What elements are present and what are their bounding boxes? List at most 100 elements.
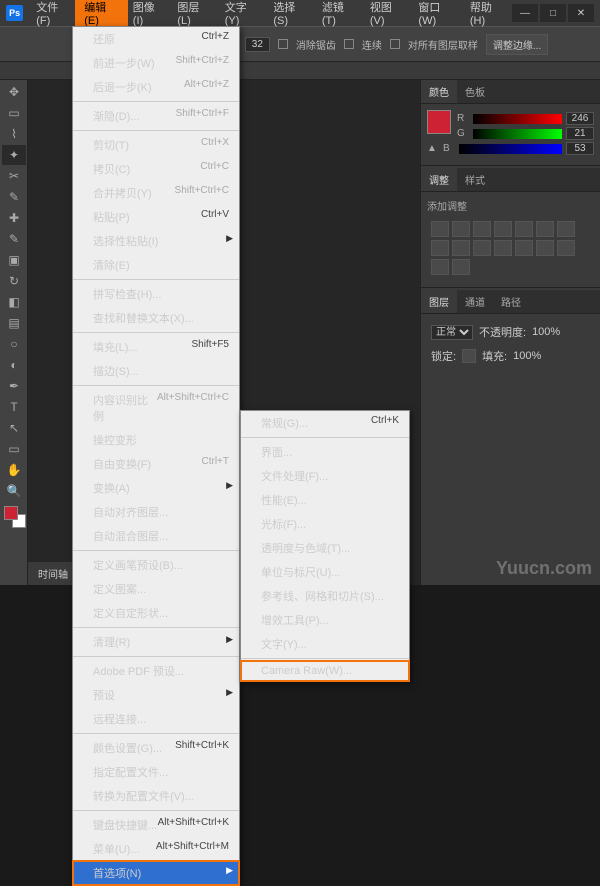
menu-item[interactable]: 选择性粘贴(I)▶ [73, 229, 239, 253]
b-slider[interactable] [459, 144, 562, 154]
menu-item: 描边(S)... [73, 359, 239, 383]
menu-item[interactable]: 首选项(N)▶ [73, 861, 239, 885]
magic-wand-tool[interactable]: ✦ [2, 145, 26, 165]
adjustment-icon[interactable] [452, 259, 470, 275]
fill-value[interactable]: 100% [513, 350, 541, 362]
eyedropper-tool[interactable]: ✎ [2, 187, 26, 207]
contiguous-checkbox[interactable] [344, 39, 354, 49]
menu-item[interactable]: 常规(G)...Ctrl+K [241, 411, 409, 435]
menu-item[interactable]: 文字(Y)... [241, 632, 409, 656]
menu-item[interactable]: 键盘快捷键...Alt+Shift+Ctrl+K [73, 813, 239, 837]
close-button[interactable]: ✕ [568, 4, 594, 22]
color-swatch[interactable] [427, 110, 451, 134]
toolbox: ✥ ▭ ⌇ ✦ ✂ ✎ ✚ ✎ ▣ ↻ ◧ ▤ ○ ◐ ✒ T ↖ ▭ ✋ 🔍 [0, 80, 28, 585]
adjustment-icon[interactable] [473, 240, 491, 256]
dodge-tool[interactable]: ◐ [2, 355, 26, 375]
channels-tab[interactable]: 通道 [457, 290, 493, 313]
eraser-tool[interactable]: ◧ [2, 292, 26, 312]
adjustment-icon[interactable] [515, 240, 533, 256]
zoom-tool[interactable]: 🔍 [2, 481, 26, 501]
menu-item[interactable]: 参考线、网格和切片(S)... [241, 584, 409, 608]
healing-tool[interactable]: ✚ [2, 208, 26, 228]
blend-mode-select[interactable]: 正常 [431, 325, 473, 340]
adjustment-icon[interactable] [473, 221, 491, 237]
menu-item[interactable]: 指定配置文件... [73, 760, 239, 784]
adjustment-icon[interactable] [557, 240, 575, 256]
adjustment-icon[interactable] [494, 240, 512, 256]
menu-item[interactable]: 预设▶ [73, 683, 239, 707]
menu-item[interactable]: 界面... [241, 440, 409, 464]
adjustment-icon[interactable] [452, 221, 470, 237]
brush-tool[interactable]: ✎ [2, 229, 26, 249]
menu-item[interactable]: 菜单(U)...Alt+Shift+Ctrl+M [73, 837, 239, 861]
move-tool[interactable]: ✥ [2, 82, 26, 102]
hand-tool[interactable]: ✋ [2, 460, 26, 480]
shape-tool[interactable]: ▭ [2, 439, 26, 459]
menu-help[interactable]: 帮助(H) [463, 0, 512, 31]
adjustment-icon[interactable] [536, 221, 554, 237]
menu-select[interactable]: 选择(S) [266, 0, 315, 31]
menu-item[interactable]: 增效工具(P)... [241, 608, 409, 632]
opacity-value[interactable]: 100% [532, 326, 560, 338]
menu-item[interactable]: 光标(F)... [241, 512, 409, 536]
timeline-panel-tab[interactable]: 时间轴 [28, 562, 78, 585]
menu-item[interactable]: 单位与标尺(U)... [241, 560, 409, 584]
menu-item[interactable]: Adobe PDF 预设... [73, 659, 239, 683]
path-tool[interactable]: ↖ [2, 418, 26, 438]
menu-view[interactable]: 视图(V) [363, 0, 412, 31]
r-slider[interactable] [473, 114, 562, 124]
menu-item[interactable]: 清理(R)▶ [73, 630, 239, 654]
clone-tool[interactable]: ▣ [2, 250, 26, 270]
menu-item[interactable]: 粘贴(P)Ctrl+V [73, 205, 239, 229]
adjustment-icon[interactable] [431, 240, 449, 256]
maximize-button[interactable]: □ [540, 4, 566, 22]
gradient-tool[interactable]: ▤ [2, 313, 26, 333]
pen-tool[interactable]: ✒ [2, 376, 26, 396]
adjustment-icon[interactable] [431, 259, 449, 275]
menu-item[interactable]: 性能(E)... [241, 488, 409, 512]
b-value[interactable]: 53 [566, 142, 594, 155]
menu-file[interactable]: 文件(F) [29, 0, 77, 31]
menu-item[interactable]: 填充(L)...Shift+F5 [73, 335, 239, 359]
adjustment-icon[interactable] [557, 221, 575, 237]
styles-tab[interactable]: 样式 [457, 168, 493, 191]
tolerance-value[interactable]: 32 [245, 37, 270, 52]
menu-item[interactable]: 透明度与色域(T)... [241, 536, 409, 560]
foreground-color-swatch[interactable] [4, 506, 18, 520]
watermark: Yuucn.com [496, 558, 592, 579]
all-layers-checkbox[interactable] [390, 39, 400, 49]
history-brush-tool[interactable]: ↻ [2, 271, 26, 291]
antialias-checkbox[interactable] [278, 39, 288, 49]
adjustment-icon[interactable] [536, 240, 554, 256]
foreground-background-colors[interactable] [4, 506, 26, 528]
adjustment-icon[interactable] [494, 221, 512, 237]
g-value[interactable]: 21 [566, 127, 594, 140]
adjustment-icon[interactable] [452, 240, 470, 256]
adjustment-icon[interactable] [431, 221, 449, 237]
menu-item[interactable]: 颜色设置(G)...Shift+Ctrl+K [73, 736, 239, 760]
swatches-tab[interactable]: 色板 [457, 80, 493, 103]
blur-tool[interactable]: ○ [2, 334, 26, 354]
marquee-tool[interactable]: ▭ [2, 103, 26, 123]
all-layers-label: 对所有图层取样 [408, 37, 478, 52]
minimize-button[interactable]: — [512, 4, 538, 22]
menu-item[interactable]: 文件处理(F)... [241, 464, 409, 488]
menu-filter[interactable]: 滤镜(T) [315, 0, 363, 31]
lock-icon[interactable] [462, 349, 476, 363]
menu-item[interactable]: 还原Ctrl+Z [73, 27, 239, 51]
menu-item[interactable]: 转换为配置文件(V)... [73, 784, 239, 808]
layers-tab[interactable]: 图层 [421, 290, 457, 313]
color-tab[interactable]: 颜色 [421, 80, 457, 103]
lasso-tool[interactable]: ⌇ [2, 124, 26, 144]
paths-tab[interactable]: 路径 [493, 290, 529, 313]
menu-item[interactable]: Camera Raw(W)... [241, 661, 409, 681]
adjustment-icon[interactable] [515, 221, 533, 237]
crop-tool[interactable]: ✂ [2, 166, 26, 186]
refine-edge-button[interactable]: 调整边缘... [486, 34, 548, 55]
g-slider[interactable] [473, 129, 562, 139]
menu-item[interactable]: 远程连接... [73, 707, 239, 731]
adjustments-tab[interactable]: 调整 [421, 168, 457, 191]
r-value[interactable]: 246 [566, 112, 594, 125]
menu-window[interactable]: 窗口(W) [411, 0, 462, 31]
type-tool[interactable]: T [2, 397, 26, 417]
